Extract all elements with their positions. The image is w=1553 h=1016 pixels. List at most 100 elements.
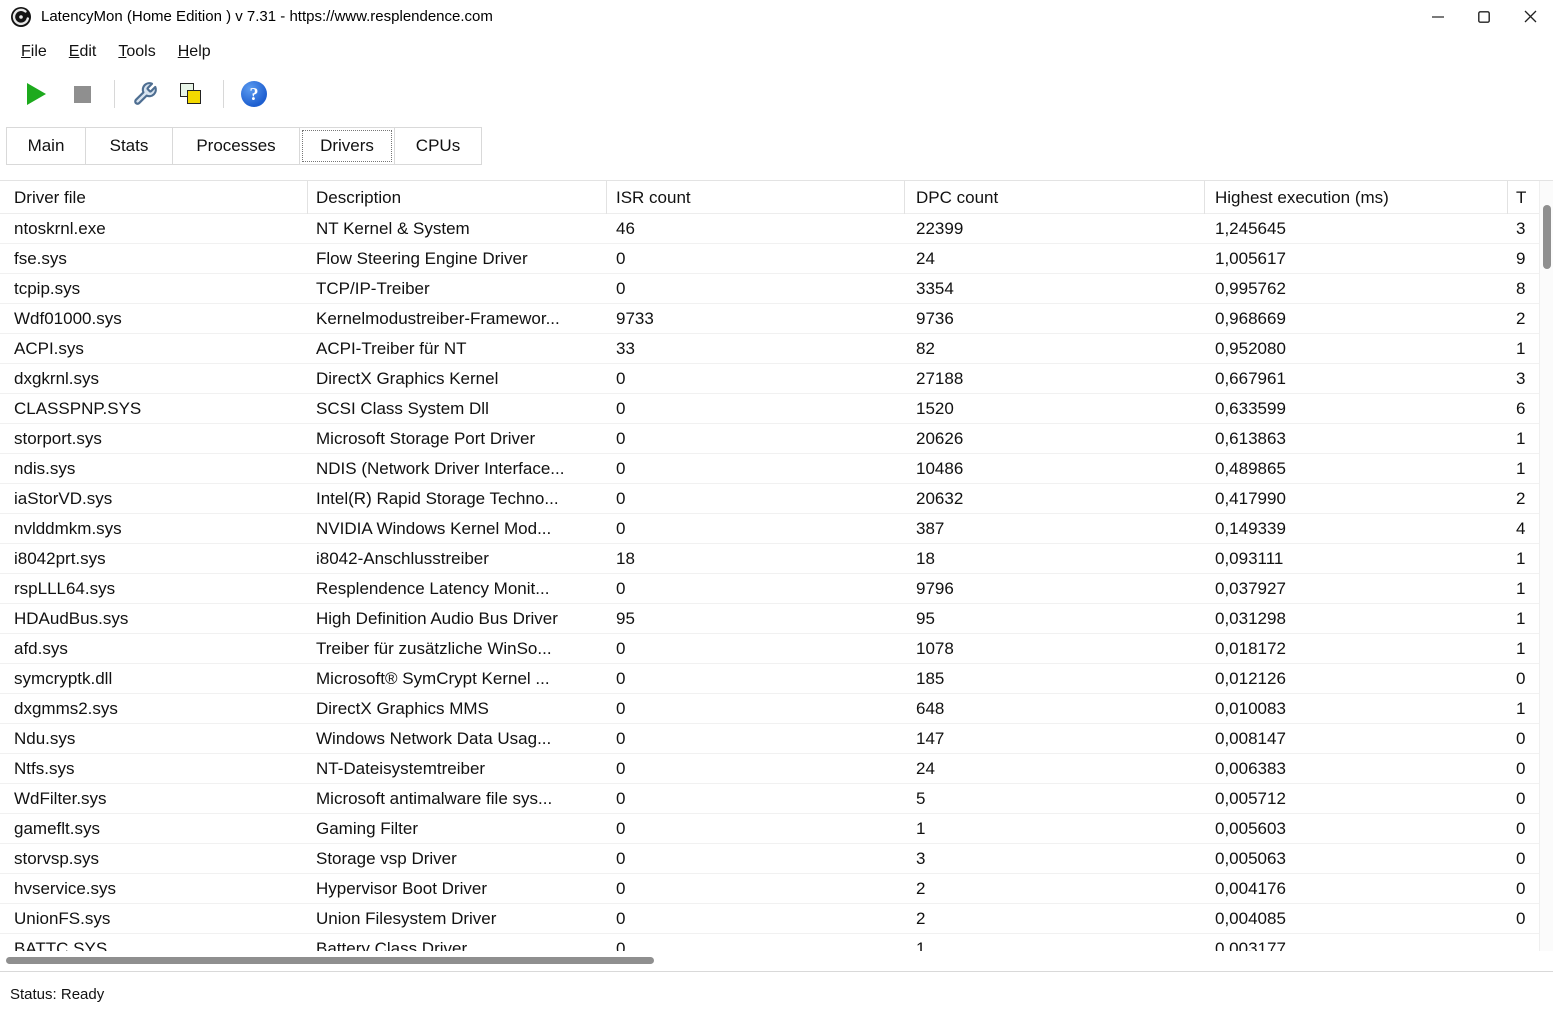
cell-highest-execution: 0,093111	[1205, 544, 1508, 574]
table-row[interactable]: rspLLL64.sys Resplendence Latency Monit.…	[0, 574, 1539, 604]
table-row[interactable]: fse.sys Flow Steering Engine Driver 0 24…	[0, 244, 1539, 274]
table-row[interactable]: HDAudBus.sys High Definition Audio Bus D…	[0, 604, 1539, 634]
table-row[interactable]: storport.sys Microsoft Storage Port Driv…	[0, 424, 1539, 454]
tab-drivers[interactable]: Drivers	[299, 127, 395, 165]
cell-driver-file: hvservice.sys	[0, 874, 308, 904]
cell-total-execution: 0	[1508, 754, 1539, 784]
drivers-table: Driver file Description ISR count DPC co…	[0, 180, 1553, 971]
cell-driver-file: iaStorVD.sys	[0, 484, 308, 514]
table-row[interactable]: i8042prt.sys i8042-Anschlusstreiber 18 1…	[0, 544, 1539, 574]
cell-isr-count: 0	[607, 844, 905, 874]
table-row[interactable]: storvsp.sys Storage vsp Driver 0 3 0,005…	[0, 844, 1539, 874]
menu-tools[interactable]: Tools	[107, 40, 166, 64]
stop-monitor-button[interactable]	[64, 76, 100, 112]
menu-file[interactable]: File	[10, 40, 58, 64]
cell-isr-count: 33	[607, 334, 905, 364]
column-header-dpc-count[interactable]: DPC count	[905, 181, 1205, 214]
cell-description: Windows Network Data Usag...	[308, 724, 607, 754]
options-button[interactable]	[127, 76, 163, 112]
cell-driver-file: storport.sys	[0, 424, 308, 454]
cell-driver-file: BATTC.SYS	[0, 934, 308, 953]
vertical-scrollbar[interactable]	[1539, 181, 1553, 952]
cell-description: Hypervisor Boot Driver	[308, 874, 607, 904]
cell-description: Resplendence Latency Monit...	[308, 574, 607, 604]
table-row[interactable]: symcryptk.dll Microsoft® SymCrypt Kernel…	[0, 664, 1539, 694]
minimize-button[interactable]	[1415, 0, 1461, 33]
cell-dpc-count: 20626	[905, 424, 1205, 454]
table-row[interactable]: dxgmms2.sys DirectX Graphics MMS 0 648 0…	[0, 694, 1539, 724]
table-row[interactable]: ntoskrnl.exe NT Kernel & System 46 22399…	[0, 214, 1539, 244]
cell-dpc-count: 648	[905, 694, 1205, 724]
vertical-scrollbar-thumb[interactable]	[1543, 205, 1551, 269]
tab-cpus[interactable]: CPUs	[394, 127, 482, 165]
column-header-highest-execution[interactable]: Highest execution (ms)	[1205, 181, 1508, 214]
copy-report-button[interactable]	[173, 76, 209, 112]
cell-total-execution	[1508, 934, 1539, 953]
cell-isr-count: 0	[607, 874, 905, 904]
tab-processes[interactable]: Processes	[172, 127, 300, 165]
cell-total-execution: 1	[1508, 604, 1539, 634]
tab-stats[interactable]: Stats	[85, 127, 173, 165]
cell-dpc-count: 95	[905, 604, 1205, 634]
column-header-total-execution[interactable]: T	[1508, 181, 1539, 214]
horizontal-scrollbar-thumb[interactable]	[6, 957, 654, 964]
cell-isr-count: 0	[607, 484, 905, 514]
cell-highest-execution: 0,010083	[1205, 694, 1508, 724]
close-button[interactable]	[1507, 0, 1553, 33]
cell-highest-execution: 0,004085	[1205, 904, 1508, 934]
table-row[interactable]: tcpip.sys TCP/IP-Treiber 0 3354 0,995762…	[0, 274, 1539, 304]
cell-description: NVIDIA Windows Kernel Mod...	[308, 514, 607, 544]
tab-main[interactable]: Main	[6, 127, 86, 165]
cell-description: DirectX Graphics MMS	[308, 694, 607, 724]
table-row[interactable]: hvservice.sys Hypervisor Boot Driver 0 2…	[0, 874, 1539, 904]
cell-driver-file: CLASSPNP.SYS	[0, 394, 308, 424]
table-row[interactable]: UnionFS.sys Union Filesystem Driver 0 2 …	[0, 904, 1539, 934]
table-row[interactable]: nvlddmkm.sys NVIDIA Windows Kernel Mod..…	[0, 514, 1539, 544]
cell-highest-execution: 0,417990	[1205, 484, 1508, 514]
table-row[interactable]: WdFilter.sys Microsoft antimalware file …	[0, 784, 1539, 814]
cell-highest-execution: 0,613863	[1205, 424, 1508, 454]
cell-isr-count: 0	[607, 664, 905, 694]
table-row[interactable]: afd.sys Treiber für zusätzliche WinSo...…	[0, 634, 1539, 664]
menu-edit[interactable]: Edit	[58, 40, 108, 64]
table-row[interactable]: iaStorVD.sys Intel(R) Rapid Storage Tech…	[0, 484, 1539, 514]
cell-total-execution: 1	[1508, 634, 1539, 664]
cell-highest-execution: 0,003177	[1205, 934, 1508, 953]
window-title: LatencyMon (Home Edition ) v 7.31 - http…	[41, 8, 493, 25]
menubar: File Edit Tools Help	[0, 33, 1553, 71]
start-monitor-button[interactable]	[18, 76, 54, 112]
table-row[interactable]: Wdf01000.sys Kernelmodustreiber-Framewor…	[0, 304, 1539, 334]
table-row[interactable]: dxgkrnl.sys DirectX Graphics Kernel 0 27…	[0, 364, 1539, 394]
table-row[interactable]: ACPI.sys ACPI-Treiber für NT 33 82 0,952…	[0, 334, 1539, 364]
table-row[interactable]: gameflt.sys Gaming Filter 0 1 0,005603 0	[0, 814, 1539, 844]
column-header-isr-count[interactable]: ISR count	[607, 181, 905, 214]
cell-driver-file: ACPI.sys	[0, 334, 308, 364]
toolbar: ?	[0, 71, 1553, 117]
table-row[interactable]: BATTC.SYS Battery Class Driver 0 1 0,003…	[0, 934, 1539, 952]
horizontal-scrollbar[interactable]	[0, 951, 1553, 971]
menu-help[interactable]: Help	[167, 40, 222, 64]
cell-total-execution: 1	[1508, 424, 1539, 454]
column-header-description[interactable]: Description	[308, 181, 607, 214]
toolbar-separator	[114, 80, 115, 108]
table-row[interactable]: Ndu.sys Windows Network Data Usag... 0 1…	[0, 724, 1539, 754]
table-row[interactable]: ndis.sys NDIS (Network Driver Interface.…	[0, 454, 1539, 484]
cell-highest-execution: 0,952080	[1205, 334, 1508, 364]
cell-highest-execution: 0,006383	[1205, 754, 1508, 784]
cell-description: ACPI-Treiber für NT	[308, 334, 607, 364]
cell-dpc-count: 2	[905, 904, 1205, 934]
cell-total-execution: 9	[1508, 244, 1539, 274]
table-row[interactable]: Ntfs.sys NT-Dateisystemtreiber 0 24 0,00…	[0, 754, 1539, 784]
table-row[interactable]: CLASSPNP.SYS SCSI Class System Dll 0 152…	[0, 394, 1539, 424]
column-header-driver-file[interactable]: Driver file	[0, 181, 308, 214]
cell-driver-file: dxgkrnl.sys	[0, 364, 308, 394]
wrench-icon	[132, 81, 158, 107]
cell-total-execution: 2	[1508, 484, 1539, 514]
cell-highest-execution: 0,968669	[1205, 304, 1508, 334]
maximize-button[interactable]	[1461, 0, 1507, 33]
cell-driver-file: WdFilter.sys	[0, 784, 308, 814]
cell-dpc-count: 1	[905, 934, 1205, 953]
toolbar-separator	[223, 80, 224, 108]
cell-total-execution: 1	[1508, 334, 1539, 364]
help-button[interactable]: ?	[236, 76, 272, 112]
